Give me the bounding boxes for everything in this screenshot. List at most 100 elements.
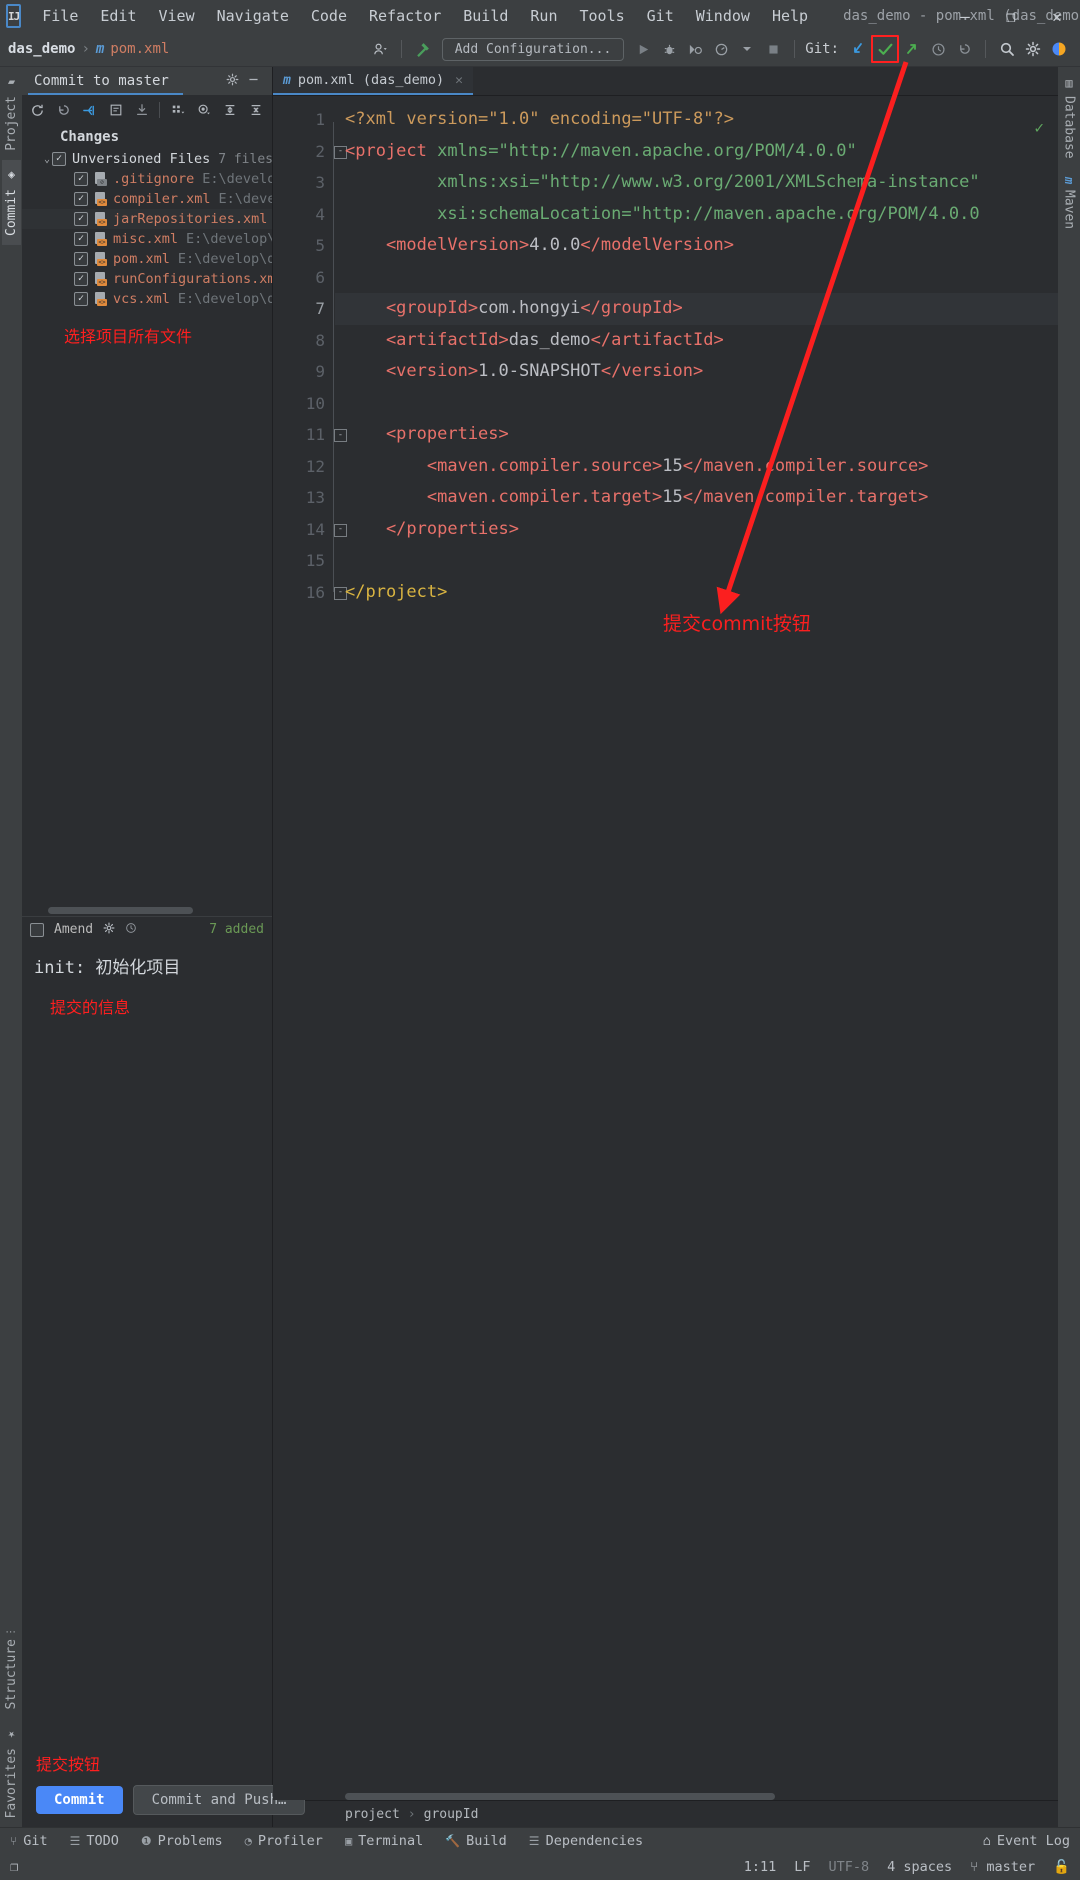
close-icon[interactable]: ✕	[1034, 0, 1080, 32]
menu-edit[interactable]: Edit	[89, 4, 147, 28]
shelve-icon[interactable]	[78, 98, 102, 122]
commit-message-area[interactable]: init: 初始化项目 提交的信息	[22, 943, 272, 1752]
sidebar-item-favorites[interactable]: Favorites ★	[2, 1719, 21, 1827]
code-editor[interactable]: 1 2 - 3 4 5 6 7 8 9 10 11 -	[273, 96, 1058, 1800]
list-item[interactable]: ✓ <> jarRepositories.xml E:\devel	[22, 209, 272, 229]
commit-message-input[interactable]: init: 初始化项目	[34, 953, 260, 978]
file-checkbox[interactable]: ✓	[74, 272, 88, 286]
breadcrumb-file[interactable]: pom.xml	[110, 41, 169, 57]
preview-icon[interactable]	[192, 98, 216, 122]
close-icon[interactable]: ✕	[455, 73, 463, 88]
collapse-all-icon[interactable]	[244, 98, 268, 122]
sidebar-item-structure[interactable]: Structure ⫶	[2, 1621, 21, 1718]
changes-horizontal-scrollbar[interactable]	[48, 907, 193, 914]
commit-options-gear-icon[interactable]	[103, 922, 115, 938]
toolwindow-dependencies[interactable]: ☰ Dependencies	[529, 1833, 643, 1849]
menu-help[interactable]: Help	[761, 4, 819, 28]
menu-code[interactable]: Code	[300, 4, 358, 28]
profiler-icon[interactable]	[708, 36, 734, 62]
menu-refactor[interactable]: Refactor	[358, 4, 452, 28]
sidebar-item-database[interactable]: ▥ Database	[1060, 67, 1079, 168]
menu-view[interactable]: View	[148, 4, 206, 28]
group-by-icon[interactable]	[166, 98, 190, 122]
toolwindow-profiler[interactable]: ◔ Profiler	[245, 1833, 323, 1849]
amend-checkbox[interactable]	[30, 923, 44, 937]
hide-panel-icon[interactable]	[247, 73, 260, 90]
minimize-icon[interactable]: —	[942, 0, 988, 32]
git-history-icon[interactable]	[925, 36, 951, 62]
code-content[interactable]: <?xml version="1.0" encoding="UTF-8"?> <…	[335, 96, 1058, 1800]
toolwindow-todo[interactable]: ☰ TODO	[70, 1833, 119, 1849]
profile-icon[interactable]	[367, 36, 393, 62]
debug-icon[interactable]	[656, 36, 682, 62]
editor-gutter[interactable]: 1 2 - 3 4 5 6 7 8 9 10 11 -	[273, 96, 335, 1800]
settings-gear-icon[interactable]	[226, 73, 239, 90]
list-item[interactable]: ✓ ⊘ .gitignore E:\develop\das_de	[22, 169, 272, 189]
sidebar-item-maven[interactable]: m Maven	[1060, 168, 1079, 238]
file-checkbox[interactable]: ✓	[74, 192, 88, 206]
run-icon[interactable]	[630, 36, 656, 62]
git-branch-widget[interactable]: ⑂ master	[970, 1859, 1035, 1875]
settings-gear-icon[interactable]	[1020, 36, 1046, 62]
git-rollback-icon[interactable]	[951, 36, 977, 62]
file-checkbox[interactable]: ✓	[74, 292, 88, 306]
toolwindow-terminal[interactable]: ▣ Terminal	[345, 1833, 423, 1849]
file-encoding[interactable]: UTF-8	[828, 1859, 869, 1875]
tab-pom-xml[interactable]: m pom.xml (das_demo) ✕	[273, 67, 473, 95]
lock-icon[interactable]: 🔓	[1053, 1859, 1070, 1875]
menu-git[interactable]: Git	[636, 4, 685, 28]
git-update-icon[interactable]	[845, 36, 871, 62]
build-hammer-icon[interactable]	[410, 36, 436, 62]
expand-all-icon[interactable]	[218, 98, 242, 122]
breadcrumb-project[interactable]: das_demo	[8, 41, 75, 57]
git-push-icon[interactable]	[899, 36, 925, 62]
sidebar-item-project[interactable]: Project ▰	[2, 67, 21, 160]
list-item[interactable]: ✓ <> vcs.xml E:\develop\das_demo\	[22, 289, 272, 309]
search-icon[interactable]	[994, 36, 1020, 62]
unversioned-files-group[interactable]: ⌄ ✓ Unversioned Files 7 files	[22, 149, 272, 169]
download-icon[interactable]	[130, 98, 154, 122]
menu-tools[interactable]: Tools	[569, 4, 636, 28]
stop-icon[interactable]	[760, 36, 786, 62]
toolwindow-build[interactable]: 🔨 Build	[445, 1833, 507, 1849]
toolwindow-git[interactable]: ⑂ Git	[10, 1833, 48, 1849]
breadcrumb-root[interactable]: project	[345, 1807, 400, 1822]
menu-run[interactable]: Run	[519, 4, 568, 28]
menu-window[interactable]: Window	[685, 4, 761, 28]
caret-position[interactable]: 1:11	[744, 1859, 777, 1875]
list-item[interactable]: ✓ <> runConfigurations.xml E:\dev	[22, 269, 272, 289]
refresh-icon[interactable]	[26, 98, 50, 122]
line-separator[interactable]: LF	[794, 1859, 810, 1875]
inspection-status-icon[interactable]: ✓	[1034, 118, 1044, 137]
editor-horizontal-scrollbar[interactable]	[345, 1793, 775, 1800]
commit-button[interactable]: Commit	[36, 1786, 123, 1814]
commit-message-history-icon[interactable]	[125, 922, 137, 938]
list-item[interactable]: ✓ <> compiler.xml E:\develop\das_	[22, 189, 272, 209]
toolwindow-problems[interactable]: ❶ Problems	[141, 1833, 223, 1849]
run-coverage-icon[interactable]	[682, 36, 708, 62]
file-checkbox[interactable]: ✓	[74, 252, 88, 266]
maximize-icon[interactable]: ❐	[988, 0, 1034, 32]
git-commit-button-highlight[interactable]	[871, 35, 899, 63]
sidebar-item-commit[interactable]: Commit ◈	[2, 160, 21, 245]
file-checkbox[interactable]: ✓	[74, 212, 88, 226]
chevron-down-icon[interactable]: ⌄	[44, 154, 50, 165]
changes-tree[interactable]: Changes ⌄ ✓ Unversioned Files 7 files ✓ …	[22, 125, 272, 916]
list-item[interactable]: ✓ <> misc.xml E:\develop\das_demo	[22, 229, 272, 249]
list-item[interactable]: ✓ <> pom.xml E:\develop\das_demo	[22, 249, 272, 269]
group-checkbox[interactable]: ✓	[52, 152, 66, 166]
breadcrumb-child[interactable]: groupId	[424, 1807, 479, 1822]
layout-toggle-icon[interactable]: ❐	[10, 1859, 18, 1875]
chevron-down-icon[interactable]	[734, 36, 760, 62]
diff-icon[interactable]	[104, 98, 128, 122]
indent-setting[interactable]: 4 spaces	[887, 1859, 952, 1875]
file-checkbox[interactable]: ✓	[74, 232, 88, 246]
file-checkbox[interactable]: ✓	[74, 172, 88, 186]
menu-file[interactable]: File	[31, 4, 89, 28]
rollback-icon[interactable]	[52, 98, 76, 122]
menu-navigate[interactable]: Navigate	[206, 4, 300, 28]
menu-build[interactable]: Build	[452, 4, 519, 28]
event-log-entry[interactable]: ⌂ Event Log	[983, 1833, 1070, 1849]
assistant-icon[interactable]	[1046, 36, 1072, 62]
run-configuration-selector[interactable]: Add Configuration...	[442, 38, 625, 61]
